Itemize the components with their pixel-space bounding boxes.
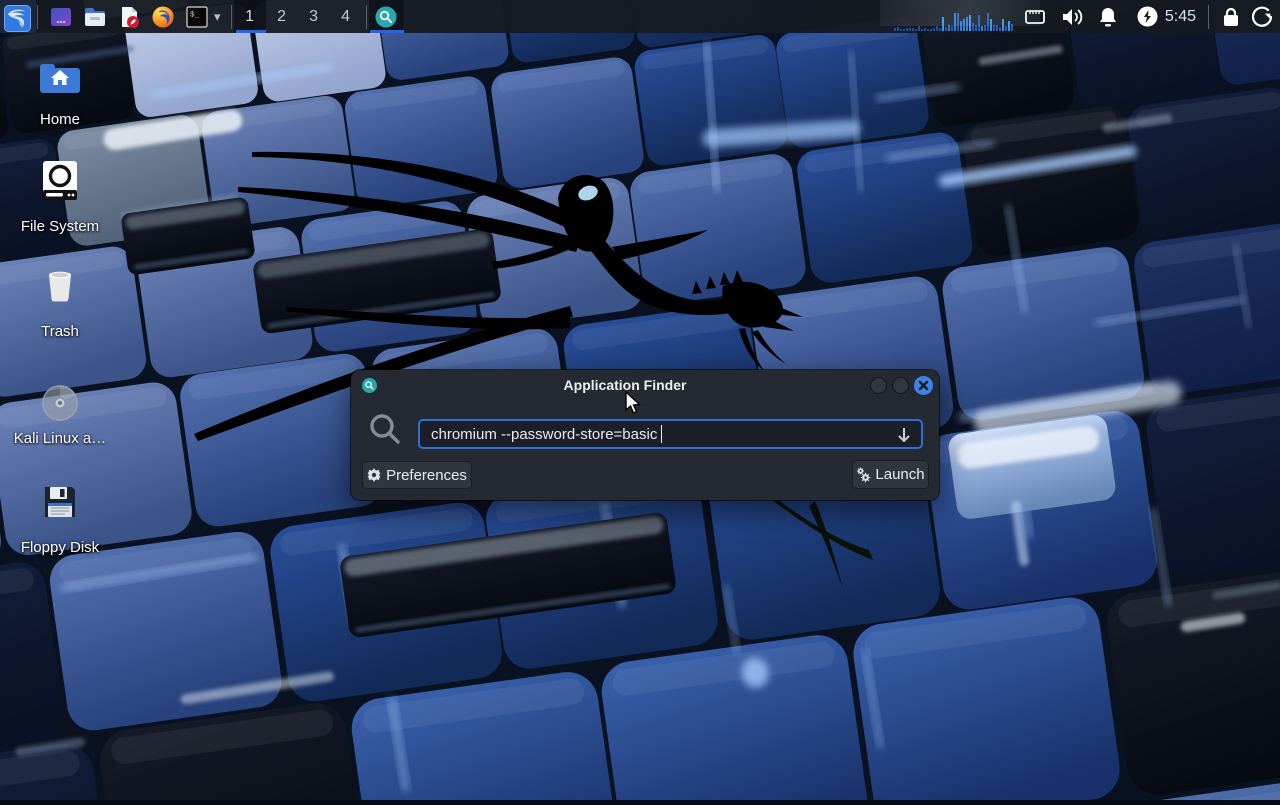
svg-text:$_: $_ [190,11,200,19]
